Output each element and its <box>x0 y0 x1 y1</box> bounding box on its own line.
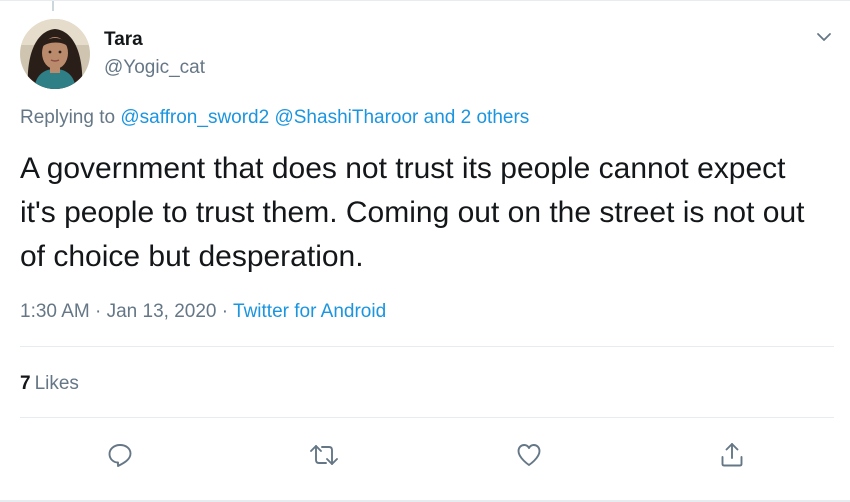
meta-separator: · <box>95 301 102 322</box>
reply-mentions-link[interactable]: @saffron_sword2 @ShashiTharoor and 2 oth… <box>120 107 529 128</box>
likes-count: 7 <box>20 373 31 394</box>
meta-separator: · <box>221 301 229 322</box>
divider <box>20 417 834 418</box>
tweet-date[interactable]: Jan 13, 2020 <box>107 301 217 322</box>
tweet-card: Tara @Yogic_cat Replying to @saffron_swo… <box>0 0 850 502</box>
tweet-time[interactable]: 1:30 AM <box>20 301 90 322</box>
share-icon[interactable] <box>714 437 750 473</box>
replying-to: Replying to @saffron_sword2 @ShashiTharo… <box>20 107 529 129</box>
divider <box>20 346 834 347</box>
reply-icon[interactable] <box>102 437 138 473</box>
user-name[interactable]: Tara <box>104 29 143 51</box>
retweet-icon[interactable] <box>306 437 342 473</box>
tweet-text: A government that does not trust its peo… <box>20 152 805 273</box>
user-handle[interactable]: @Yogic_cat <box>104 57 205 79</box>
avatar[interactable] <box>20 19 90 89</box>
likes-label: Likes <box>34 373 79 394</box>
chevron-down-icon[interactable] <box>814 27 834 47</box>
thread-line <box>52 1 54 11</box>
tweet-source-link[interactable]: Twitter for Android <box>233 301 386 322</box>
replying-prefix: Replying to <box>20 107 116 128</box>
avatar-image <box>20 19 90 89</box>
tweet-meta: 1:30 AM · Jan 13, 2020 · Twitter for And… <box>20 301 386 323</box>
like-icon[interactable] <box>511 437 547 473</box>
likes-stat[interactable]: 7 Likes <box>20 373 79 395</box>
